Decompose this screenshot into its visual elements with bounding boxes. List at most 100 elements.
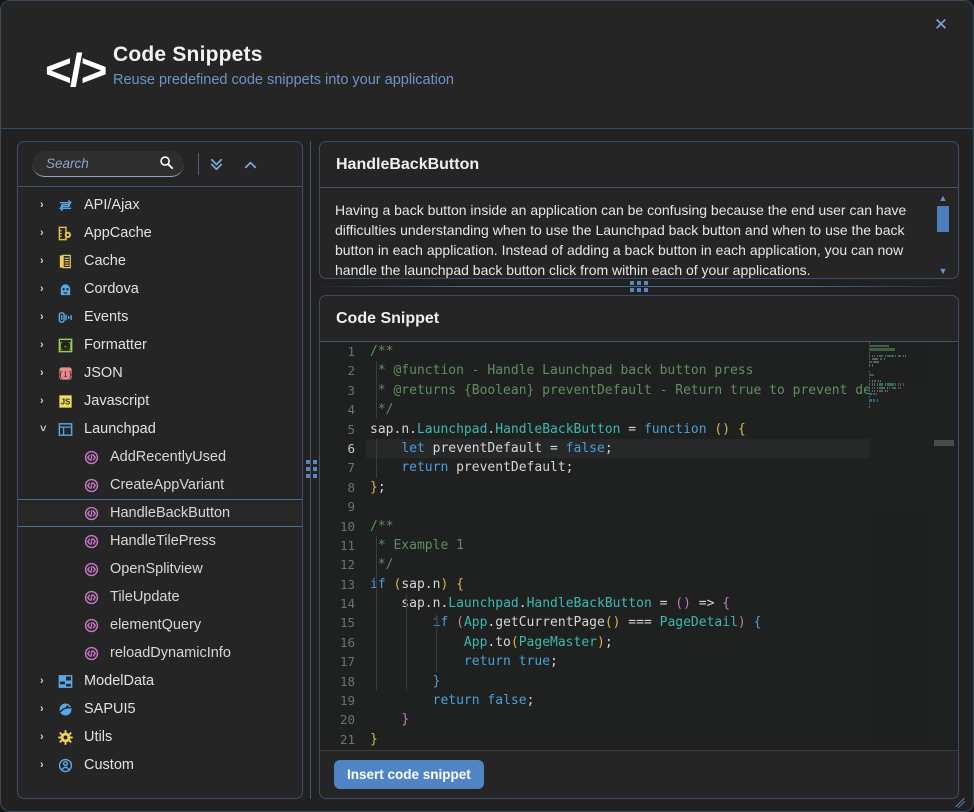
tree-item-appcache[interactable]: › AppCache <box>18 219 302 247</box>
tree-item-reloaddynamicinfo[interactable]: reloadDynamicInfo <box>18 639 302 667</box>
tree-item-launchpad[interactable]: ˅ Launchpad <box>18 415 302 443</box>
code-token: sap <box>370 421 394 437</box>
chevron-right-icon[interactable]: › <box>40 199 56 211</box>
tree-item-events[interactable]: › Events <box>18 303 302 331</box>
chevron-right-icon[interactable]: › <box>40 395 56 407</box>
line-number: 13 <box>339 576 355 592</box>
tree-item-handletilepress[interactable]: HandleTilePress <box>18 527 302 555</box>
scrollbar-thumb[interactable] <box>934 440 954 446</box>
tree-item-label: SAPUI5 <box>84 701 136 717</box>
search-input[interactable] <box>32 156 147 171</box>
chevron-right-icon[interactable]: › <box>40 227 56 239</box>
line-number: 19 <box>339 693 355 709</box>
tree-item-modeldata[interactable]: › ModelData <box>18 667 302 695</box>
snippet-icon <box>82 532 100 550</box>
page-title: Code Snippets <box>113 43 263 66</box>
code-token: ) <box>597 634 605 650</box>
tree-item-sapui5[interactable]: › SAPUI5 <box>18 695 302 723</box>
insert-action-bar: Insert code snippet <box>320 750 958 798</box>
code-token: PageDetail <box>659 615 738 631</box>
search-icon[interactable] <box>159 155 174 175</box>
description-scrollbar[interactable]: ▲ ▼ <box>936 193 950 276</box>
tree-item-opensplitview[interactable]: OpenSplitview <box>18 555 302 583</box>
code-token: preventDefault = <box>424 440 566 456</box>
snippet-icon <box>82 448 100 466</box>
code-token: { <box>737 421 746 437</box>
code-editor[interactable]: 1 2 3 4 5 6 7 8 9 10 11 12 13 14 15 16 17 18 19 20 21 /** * … <box>320 342 958 752</box>
expand-all-icon[interactable] <box>199 149 233 179</box>
tree-item-api-ajax[interactable]: › API/Ajax <box>18 191 302 219</box>
launchpad-icon <box>56 420 74 438</box>
line-number: 9 <box>347 499 355 515</box>
chevron-right-icon[interactable]: › <box>40 759 56 771</box>
code-token: App <box>463 615 488 631</box>
minimap-line <box>869 402 929 405</box>
code-token: ) <box>737 615 746 631</box>
line-number: 5 <box>347 421 355 437</box>
tree-item-label: Formatter <box>84 337 147 353</box>
scroll-down-icon[interactable]: ▼ <box>937 266 949 276</box>
chevron-right-icon[interactable]: › <box>40 367 56 379</box>
tree-item-label: AddRecentlyUsed <box>110 449 227 465</box>
tree-item-label: Launchpad <box>84 421 156 437</box>
tree-item-cache[interactable]: › Cache <box>18 247 302 275</box>
minimap-line <box>869 364 929 367</box>
code-token: } <box>370 479 378 495</box>
snippet-tree[interactable]: › API/Ajax › AppCache › Cache › Cordova › Events ›… <box>18 187 302 779</box>
search-field[interactable] <box>32 151 184 177</box>
scroll-up-icon[interactable]: ▲ <box>937 193 949 203</box>
tree-item-javascript[interactable]: › JS Javascript <box>18 387 302 415</box>
description-body: Having a back button inside an applicati… <box>320 188 958 278</box>
page-subtitle: Reuse predefined code snippets into your… <box>113 72 454 88</box>
tree-item-cordova[interactable]: › Cordova <box>18 275 302 303</box>
vertical-splitter[interactable] <box>303 141 319 799</box>
minimap-line <box>869 389 929 392</box>
line-number: 4 <box>347 402 355 418</box>
chevron-right-icon[interactable]: › <box>40 731 56 743</box>
code-token: n <box>401 421 410 437</box>
code-token: HandleBackButton <box>495 421 621 437</box>
chevron-right-icon[interactable]: › <box>40 311 56 323</box>
code-token: PageMaster <box>518 634 597 650</box>
code-token: */ <box>370 402 394 418</box>
scrollbar-thumb[interactable] <box>937 206 949 232</box>
tree-item-addrecentlyused[interactable]: AddRecentlyUsed <box>18 443 302 471</box>
tree-item-handlebackbutton[interactable]: HandleBackButton <box>18 499 302 527</box>
chevron-right-icon[interactable]: › <box>40 703 56 715</box>
code-token: preventDefault; <box>448 460 574 476</box>
tree-item-label: Javascript <box>84 393 150 409</box>
code-minimap[interactable] <box>869 342 929 752</box>
code-token: function <box>643 421 707 437</box>
chevron-right-icon[interactable]: › <box>40 675 56 687</box>
code-token: . <box>424 596 433 612</box>
line-number: 8 <box>347 479 355 495</box>
code-scrollbar[interactable] <box>929 342 958 752</box>
splitter-grip-handle[interactable] <box>626 281 652 292</box>
line-number: 11 <box>339 537 355 553</box>
svg-text:{-}: {-} <box>57 341 72 351</box>
svg-text:JS: JS <box>60 397 70 406</box>
tree-item-label: Cache <box>84 253 126 269</box>
splitter-grip-handle[interactable] <box>306 456 317 482</box>
tree-item-tileupdate[interactable]: TileUpdate <box>18 583 302 611</box>
chevron-right-icon[interactable]: › <box>40 255 56 267</box>
collapse-all-icon[interactable] <box>233 149 267 179</box>
chevron-down-icon[interactable]: ˅ <box>40 423 56 435</box>
tree-item-formatter[interactable]: › {-} Formatter <box>18 331 302 359</box>
dialog-resize-grip[interactable] <box>953 792 967 809</box>
close-icon[interactable]: ✕ <box>927 11 955 39</box>
insert-code-snippet-button[interactable]: Insert code snippet <box>334 760 484 789</box>
tree-item-createappvariant[interactable]: CreateAppVariant <box>18 471 302 499</box>
tree-item-custom[interactable]: › Custom <box>18 751 302 779</box>
chevron-right-icon[interactable]: › <box>40 339 56 351</box>
sapui5-icon <box>56 700 74 718</box>
tree-item-json[interactable]: › {i} JSON <box>18 359 302 387</box>
horizontal-splitter[interactable] <box>319 279 959 295</box>
chevron-right-icon[interactable]: › <box>40 283 56 295</box>
code-token: Launchpad <box>448 596 519 612</box>
tree-item-label: TileUpdate <box>110 589 180 605</box>
minimap-line <box>869 380 929 383</box>
tree-item-elementquery[interactable]: elementQuery <box>18 611 302 639</box>
tree-item-utils[interactable]: › Utils <box>18 723 302 751</box>
minimap-line <box>869 351 929 354</box>
